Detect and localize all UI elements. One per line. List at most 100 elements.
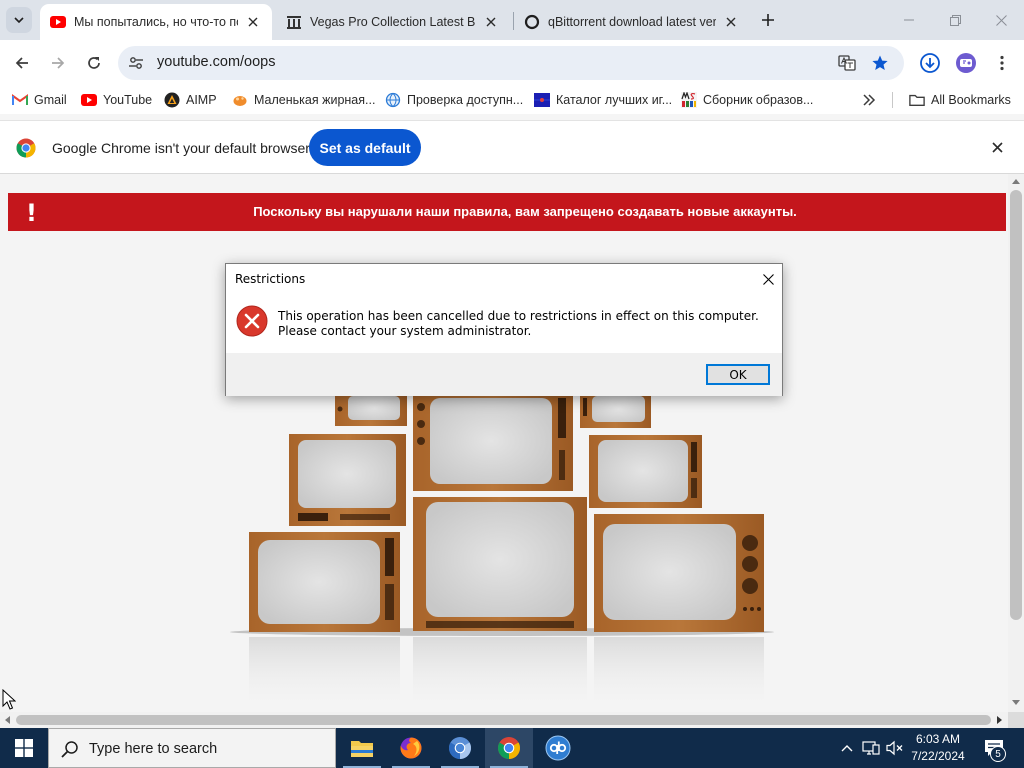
- circle-site-icon: [524, 14, 540, 30]
- bookmark-star-icon[interactable]: [870, 53, 890, 73]
- bookmarks-divider: [892, 92, 893, 108]
- search-placeholder: Type here to search: [89, 741, 218, 757]
- bookmark-favicon-globe: [385, 92, 401, 108]
- bookmark-label: Сборник образов...: [703, 93, 814, 107]
- restore-button[interactable]: [932, 0, 978, 40]
- infobar-message: Google Chrome isn't your default browser: [52, 140, 310, 156]
- ok-button[interactable]: OK: [706, 364, 770, 385]
- vertical-scrollbar[interactable]: [1008, 174, 1024, 712]
- downloads-button[interactable]: [914, 47, 946, 79]
- chromium-icon: [449, 737, 471, 759]
- error-icon: [236, 305, 268, 337]
- tab-qbittorrent[interactable]: qBittorrent download latest ver: [514, 4, 750, 40]
- dialog-title: Restrictions: [235, 272, 306, 286]
- search-icon: [61, 740, 79, 758]
- all-bookmarks-label: All Bookmarks: [931, 93, 1011, 107]
- chevron-down-icon: [14, 17, 24, 24]
- tab-vegas-pro[interactable]: Vegas Pro Collection Latest Buil: [276, 4, 510, 40]
- scroll-up-arrow-icon[interactable]: [1012, 177, 1020, 185]
- network-tray-button[interactable]: [860, 728, 882, 768]
- volume-tray-button[interactable]: [884, 728, 906, 768]
- scroll-right-arrow-icon[interactable]: [995, 716, 1003, 724]
- bookmark-favicon-ms: [681, 92, 697, 108]
- bookmark-katalog[interactable]: Каталог лучших иг...: [534, 90, 672, 110]
- vertical-scroll-thumb[interactable]: [1010, 190, 1022, 620]
- minimize-button[interactable]: [886, 0, 932, 40]
- taskbar-file-explorer[interactable]: [338, 728, 386, 768]
- arrow-left-icon: [15, 57, 28, 69]
- infobar-close-button[interactable]: [987, 137, 1007, 157]
- chrome-menu-button[interactable]: [986, 47, 1018, 79]
- tab-close-icon[interactable]: [482, 13, 500, 31]
- bookmark-gmail[interactable]: Gmail: [12, 90, 67, 110]
- bookmarks-overflow-button[interactable]: [862, 90, 876, 110]
- translate-icon[interactable]: [837, 53, 857, 73]
- retro-tv-stack-illustration: [230, 394, 774, 712]
- bookmark-label: Маленькая жирная...: [254, 93, 376, 107]
- close-window-button[interactable]: [978, 0, 1024, 40]
- bookmark-youtube[interactable]: YouTube: [81, 90, 152, 110]
- scrollbar-corner: [1008, 712, 1024, 728]
- taskbar-firefox[interactable]: [387, 728, 435, 768]
- bookmark-favicon-flag: [534, 92, 550, 108]
- browser-toolbar: youtube.com/oops: [0, 40, 1024, 86]
- taskbar-chromium[interactable]: [436, 728, 484, 768]
- forward-button[interactable]: [42, 47, 74, 79]
- firefox-icon: [400, 737, 422, 759]
- back-button[interactable]: [6, 47, 38, 79]
- clock-time: 6:03 AM: [915, 732, 961, 746]
- page-content: ! Поскольку вы нарушали наши правила, ва…: [0, 174, 1008, 712]
- tab-youtube-oops[interactable]: Мы попытались, но что-то по: [40, 4, 272, 40]
- bookmark-label: Проверка доступн...: [407, 93, 524, 107]
- notification-count-badge: 5: [990, 746, 1006, 762]
- folder-icon: [909, 92, 925, 108]
- scroll-left-arrow-icon[interactable]: [3, 716, 11, 724]
- bookmark-aimp[interactable]: AIMP: [164, 90, 217, 110]
- horizontal-scrollbar[interactable]: [0, 712, 1008, 728]
- volume-muted-icon: [886, 740, 903, 756]
- reload-button[interactable]: [78, 47, 110, 79]
- reload-icon: [88, 57, 100, 69]
- network-icon: [862, 741, 880, 755]
- profile-avatar-button[interactable]: [950, 47, 982, 79]
- all-bookmarks-button[interactable]: All Bookmarks: [909, 90, 1011, 110]
- profile-avatar-icon: [956, 53, 976, 73]
- close-icon: [991, 141, 1003, 153]
- aimp-icon: [164, 92, 180, 108]
- chrome-icon: [498, 737, 520, 759]
- bookmark-proverka[interactable]: Проверка доступн...: [385, 90, 523, 110]
- mouse-cursor-icon: [2, 689, 16, 710]
- taskbar-search-box[interactable]: Type here to search: [48, 728, 336, 768]
- tab-title: Мы попытались, но что-то по: [74, 15, 238, 29]
- bookmarks-bar: Gmail YouTube AIMP Маленькая жирная... П…: [0, 86, 1024, 114]
- set-as-default-button[interactable]: Set as default: [309, 129, 421, 166]
- start-button[interactable]: [0, 728, 48, 768]
- taskbar-chrome[interactable]: [485, 728, 533, 768]
- file-explorer-icon: [351, 741, 373, 757]
- new-tab-button[interactable]: [756, 8, 780, 32]
- taskbar-clock[interactable]: 6:03 AM 7/22/2024: [904, 731, 972, 765]
- tab-close-icon[interactable]: [722, 13, 740, 31]
- windows-logo-icon: [15, 739, 33, 757]
- dialog-footer: OK: [226, 353, 782, 396]
- address-bar[interactable]: youtube.com/oops: [118, 46, 904, 80]
- show-hidden-icons-button[interactable]: [836, 728, 858, 768]
- clock-date: 7/22/2024: [911, 749, 965, 763]
- taskbar-qbittorrent[interactable]: [534, 728, 582, 768]
- plus-icon: [762, 14, 774, 26]
- scroll-down-arrow-icon[interactable]: [1012, 698, 1020, 706]
- bookmark-malenkaya[interactable]: Маленькая жирная...: [232, 90, 375, 110]
- site-info-icon[interactable]: [126, 53, 146, 73]
- chevron-up-icon: [841, 745, 853, 752]
- close-icon: [762, 273, 774, 285]
- address-text: youtube.com/oops: [157, 54, 276, 70]
- dialog-close-button[interactable]: [760, 271, 776, 287]
- windows-taskbar: Type here to search 6:03 AM 7/22/2024 5: [0, 728, 1024, 768]
- bookmark-sbornik[interactable]: Сборник образов...: [681, 90, 813, 110]
- restore-icon: [949, 14, 961, 26]
- horizontal-scroll-thumb[interactable]: [16, 715, 991, 725]
- tab-search-button[interactable]: [6, 7, 32, 33]
- download-icon: [920, 53, 940, 73]
- tab-close-icon[interactable]: [244, 13, 262, 31]
- bookmark-label: Каталог лучших иг...: [556, 93, 673, 107]
